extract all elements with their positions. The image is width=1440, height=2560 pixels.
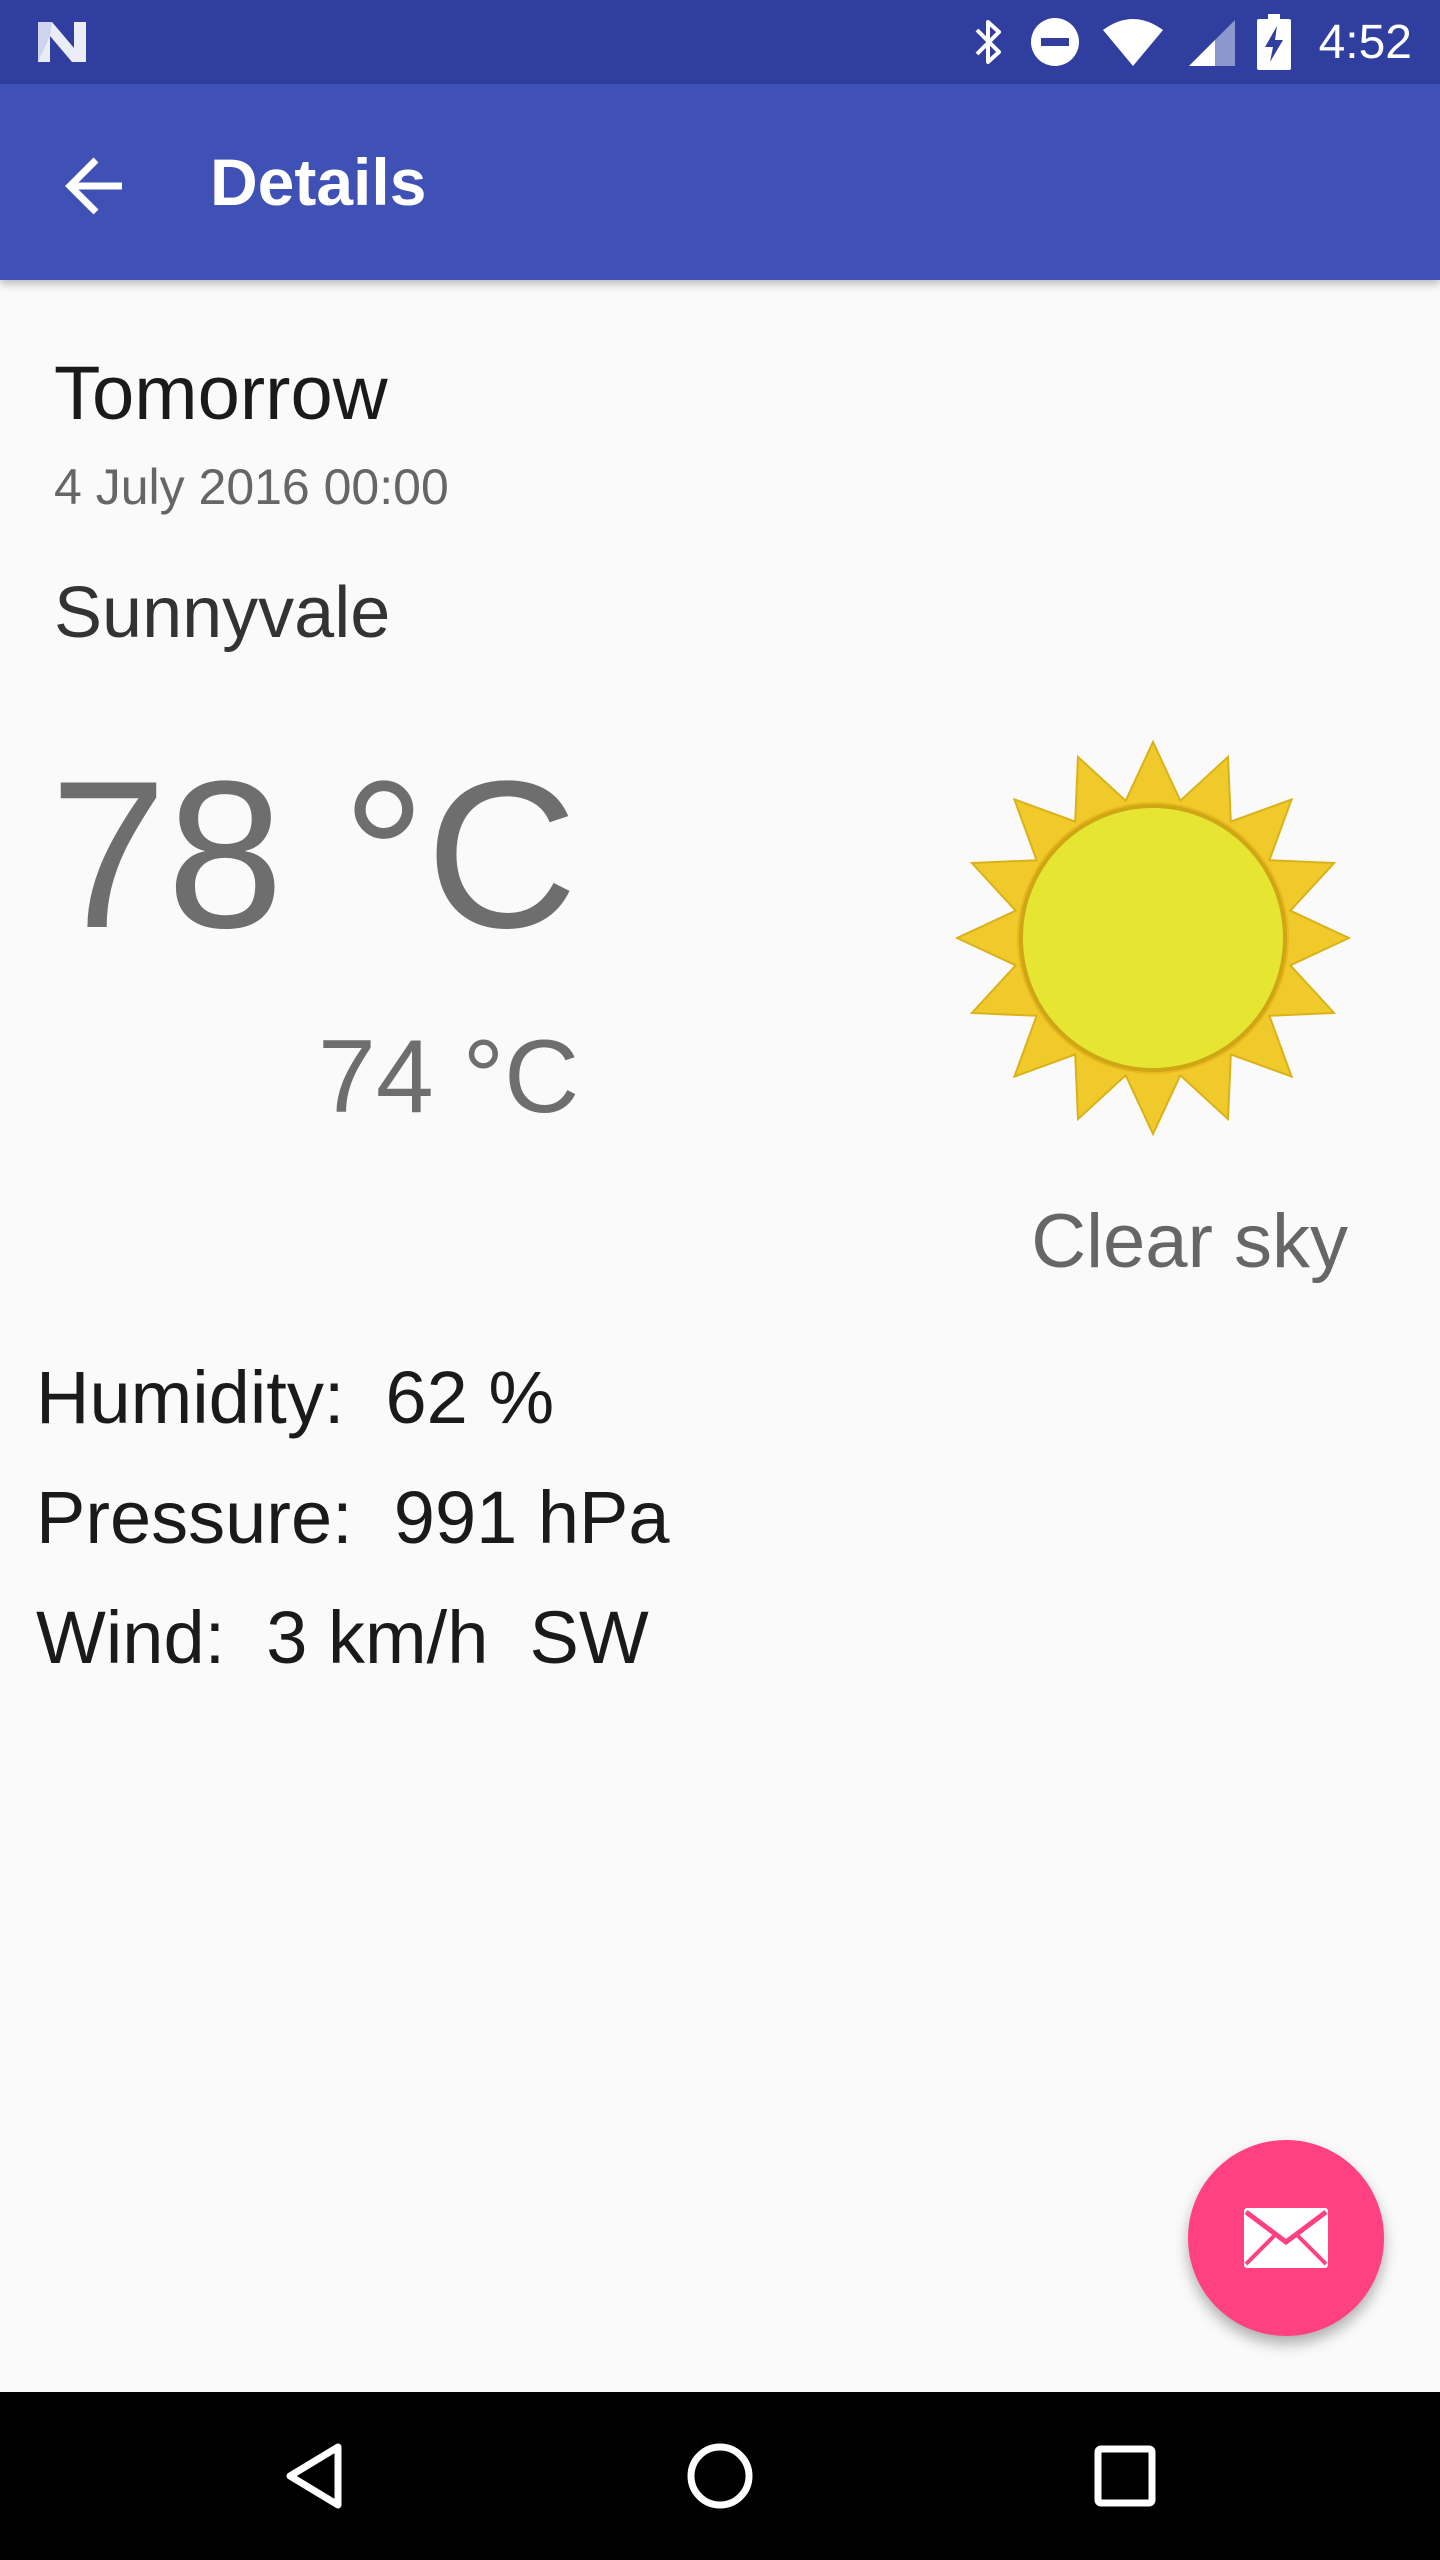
recents-square-icon xyxy=(1094,2445,1156,2507)
pressure-label: Pressure: 991 hPa xyxy=(36,1476,670,1559)
back-button[interactable] xyxy=(40,130,152,242)
nav-back-button[interactable] xyxy=(265,2426,365,2526)
navigation-bar xyxy=(0,2392,1440,2560)
nav-recents-button[interactable] xyxy=(1075,2426,1175,2526)
low-temperature: 74 °C xyxy=(318,1019,580,1135)
bluetooth-icon xyxy=(975,20,1001,64)
cell-signal-icon xyxy=(1188,20,1235,66)
sun-icon xyxy=(955,740,1351,1136)
status-bar: 4:52 xyxy=(0,0,1440,84)
humidity-label: Humidity: 62 % xyxy=(36,1356,555,1439)
day-label: Tomorrow xyxy=(54,351,388,436)
status-icons: 4:52 xyxy=(969,0,1412,84)
page-title: Details xyxy=(210,145,427,219)
high-temperature: 78 °C xyxy=(50,737,578,972)
date-label: 4 July 2016 00:00 xyxy=(54,459,449,515)
share-email-button[interactable] xyxy=(1188,2140,1384,2336)
app-bar: Details xyxy=(0,84,1440,280)
city-label: Sunnyvale xyxy=(54,573,391,653)
condition-label: Clear sky xyxy=(1031,1199,1348,1284)
n-logo-icon xyxy=(38,22,86,62)
status-time: 4:52 xyxy=(1318,15,1412,69)
do-not-disturb-icon xyxy=(1030,18,1079,66)
wind-label: Wind: 3 km/h SW xyxy=(36,1596,649,1679)
back-triangle-icon xyxy=(286,2443,342,2509)
arrow-back-icon xyxy=(65,157,122,215)
email-icon xyxy=(1244,2208,1328,2268)
wifi-icon xyxy=(1102,19,1163,66)
forecast-details: Tomorrow 4 July 2016 00:00 Sunnyvale 78 … xyxy=(0,280,1440,2390)
home-circle-icon xyxy=(687,2443,753,2509)
nav-home-button[interactable] xyxy=(670,2426,770,2526)
battery-charging-icon xyxy=(1256,14,1291,70)
